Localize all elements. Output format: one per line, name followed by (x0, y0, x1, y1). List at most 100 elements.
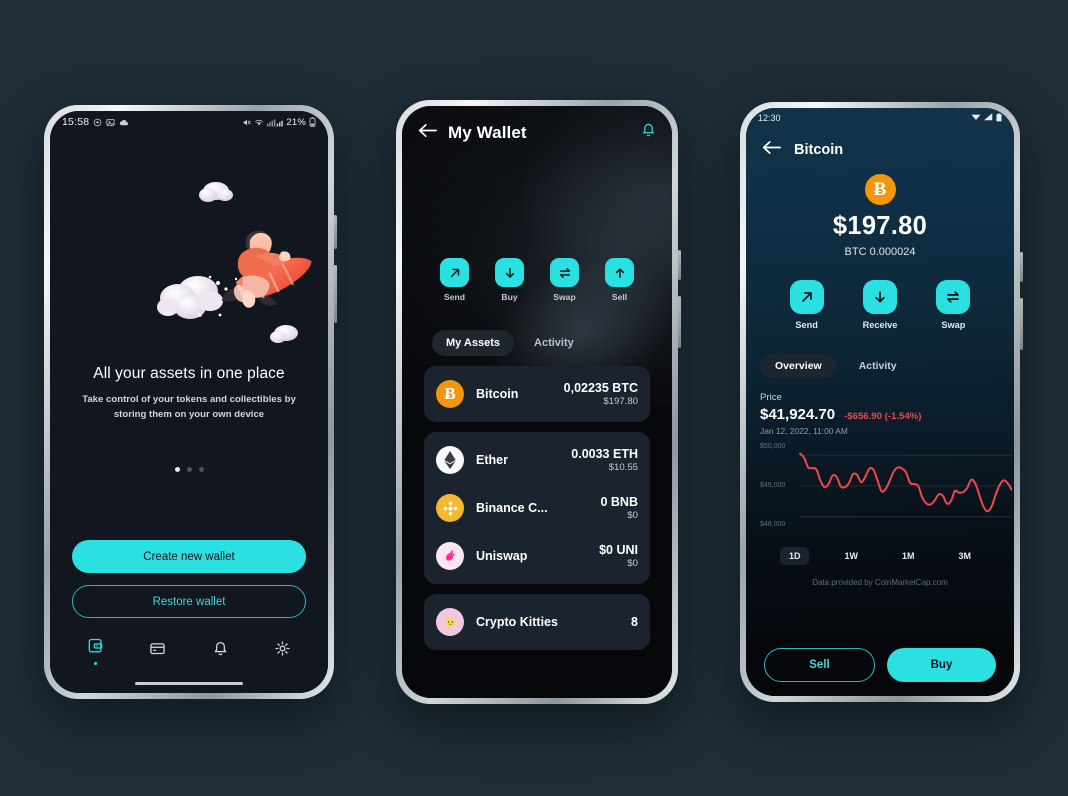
back-arrow-icon[interactable] (762, 140, 781, 160)
onboarding-illustration (50, 167, 328, 347)
list-item[interactable]: Uniswap $0 UNI $0 (424, 532, 650, 580)
price-label: Price (760, 392, 782, 403)
tab-overview[interactable]: Overview (760, 354, 837, 378)
list-item[interactable]: Ƀ Bitcoin 0,02235 BTC $197.80 (424, 370, 650, 418)
gear-icon (274, 640, 291, 662)
sell-button[interactable]: Sell (764, 648, 875, 682)
quick-action-label: Buy (501, 292, 518, 302)
asset-name: Ether (476, 453, 508, 467)
phone2-screen: My Wallet Portfolio Balance $9 275.41 Se… (402, 106, 672, 698)
asset-card-group-3: Crypto Kitties 8 (424, 594, 650, 650)
cloud-icon (119, 118, 129, 127)
asset-amount: 0.0033 ETH (571, 447, 638, 461)
crypto-kitties-icon (436, 608, 464, 636)
range-1m[interactable]: 1M (893, 547, 924, 565)
holding-value: $197.80 (832, 212, 928, 240)
wallet-icon (87, 637, 104, 659)
asset-amount: 0 BNB (600, 495, 638, 509)
swap-icon (936, 280, 971, 314)
range-1w[interactable]: 1W (835, 547, 867, 565)
asset-amount: 0,02235 BTC (563, 381, 638, 395)
bitcoin-header: Bitcoin (746, 128, 1014, 160)
bell-icon[interactable] (641, 122, 656, 143)
list-item[interactable]: Binance C... 0 BNB $0 (424, 484, 650, 532)
quick-action-swap[interactable]: Swap (936, 280, 971, 330)
asset-name: Binance C... (476, 501, 548, 515)
data-attribution: Data provided by CoinMarketCap.com (812, 578, 948, 587)
tab-my-assets[interactable]: My Assets (432, 330, 515, 356)
pager-dot-2[interactable] (186, 466, 192, 472)
phone-1-onboarding: 15:58 21% All your assets in one place T… (44, 105, 337, 699)
create-new-wallet-button[interactable]: Create new wallet (72, 540, 306, 573)
pager-dot-1[interactable] (174, 466, 180, 472)
quick-action-send[interactable]: Send (440, 258, 469, 302)
quick-action-label: Receive (862, 320, 898, 330)
quick-action-send[interactable]: Send (789, 280, 824, 330)
list-item[interactable]: Crypto Kitties 8 (424, 598, 650, 646)
back-arrow-icon[interactable] (418, 123, 437, 143)
tab-activity[interactable]: Activity (844, 354, 912, 378)
quick-action-swap[interactable]: Swap (550, 258, 579, 302)
phone3-screen: 12:30 Bitcoin Ƀ $197.80 BTC 0.000024 Sen… (746, 108, 1014, 696)
mockup-stage: 15:58 21% All your assets in one place T… (0, 0, 1068, 796)
asset-value: $0 (627, 558, 638, 569)
tab-activity[interactable]: Activity (520, 330, 588, 356)
status-time: 15:58 (62, 116, 90, 128)
page-title: My Wallet (448, 122, 527, 142)
nav-item-cards[interactable] (149, 640, 166, 662)
phone3-status-bar: 12:30 (746, 108, 1014, 128)
binance-icon (436, 494, 464, 522)
onboarding-title: All your assets in one place (93, 365, 285, 382)
nav-item-settings[interactable] (274, 640, 291, 662)
wifi-icon (971, 113, 981, 123)
pager-dots (50, 466, 328, 472)
phone-2-wallet: My Wallet Portfolio Balance $9 275.41 Se… (396, 100, 681, 704)
range-1d[interactable]: 1D (779, 547, 810, 565)
bitcoin-icon: Ƀ (864, 174, 896, 205)
cloud-exhaust (157, 276, 223, 319)
cloud-small-top (199, 182, 233, 202)
bitcoin-tabs: Overview Activity (746, 354, 1014, 378)
nav-item-wallet[interactable] (87, 637, 104, 665)
nav-active-dot (93, 662, 97, 665)
chart-ytick-0: $50,000 (760, 443, 786, 450)
price-section: Price $41,924.70 -$656.90 (-1.54%) Jan 1… (746, 392, 1014, 587)
pager-dot-3[interactable] (198, 466, 204, 472)
arrow-up-right-icon (789, 280, 824, 314)
battery-icon (309, 117, 316, 127)
quick-action-receive[interactable]: Receive (862, 280, 898, 330)
asset-amount: $0 UNI (599, 543, 638, 557)
price-chart[interactable]: $50,000 $49,000 $48,000 (760, 443, 1012, 537)
asset-name: Crypto Kitties (476, 615, 558, 629)
asset-value: $197.80 (603, 396, 638, 407)
bitcoin-icon: Ƀ (436, 380, 464, 408)
arrow-down-icon (862, 280, 897, 314)
wallet-quick-actions: Send Buy Swap Sell (440, 258, 672, 302)
nav-item-alerts[interactable] (212, 640, 229, 662)
screenshot-icon (106, 118, 115, 127)
onboarding-actions: Create new wallet Restore wallet (72, 540, 306, 618)
chart-ytick-1: $49,000 (760, 482, 786, 489)
list-item[interactable]: Ether 0.0033 ETH $10.55 (424, 436, 650, 484)
price-value: $41,924.70 (760, 406, 836, 423)
chart-ytick-2: $48,000 (760, 521, 786, 528)
restore-wallet-button[interactable]: Restore wallet (72, 585, 306, 618)
asset-value: $0 (627, 510, 638, 521)
range-3m[interactable]: 3M (950, 547, 981, 565)
bottom-navigation (50, 631, 328, 671)
price-change: -$656.90 (-1.54%) (844, 411, 922, 422)
phone1-status-bar: 15:58 21% (50, 111, 328, 133)
arrow-down-icon (495, 258, 524, 287)
wallet-header: My Wallet (402, 106, 672, 143)
quick-action-buy[interactable]: Buy (495, 258, 524, 302)
bell-icon (212, 640, 229, 662)
app-notification-icon (93, 118, 102, 127)
onboarding-subtitle: Take control of your tokens and collecti… (82, 394, 296, 420)
quick-action-sell[interactable]: Sell (605, 258, 634, 302)
mute-icon (242, 118, 252, 127)
bitcoin-quick-actions: Send Receive Swap (746, 280, 1014, 330)
buy-button[interactable]: Buy (887, 648, 996, 682)
quick-action-label: Swap (553, 292, 576, 302)
cloud-bottom-right (270, 325, 298, 343)
asset-name: Bitcoin (476, 387, 519, 401)
